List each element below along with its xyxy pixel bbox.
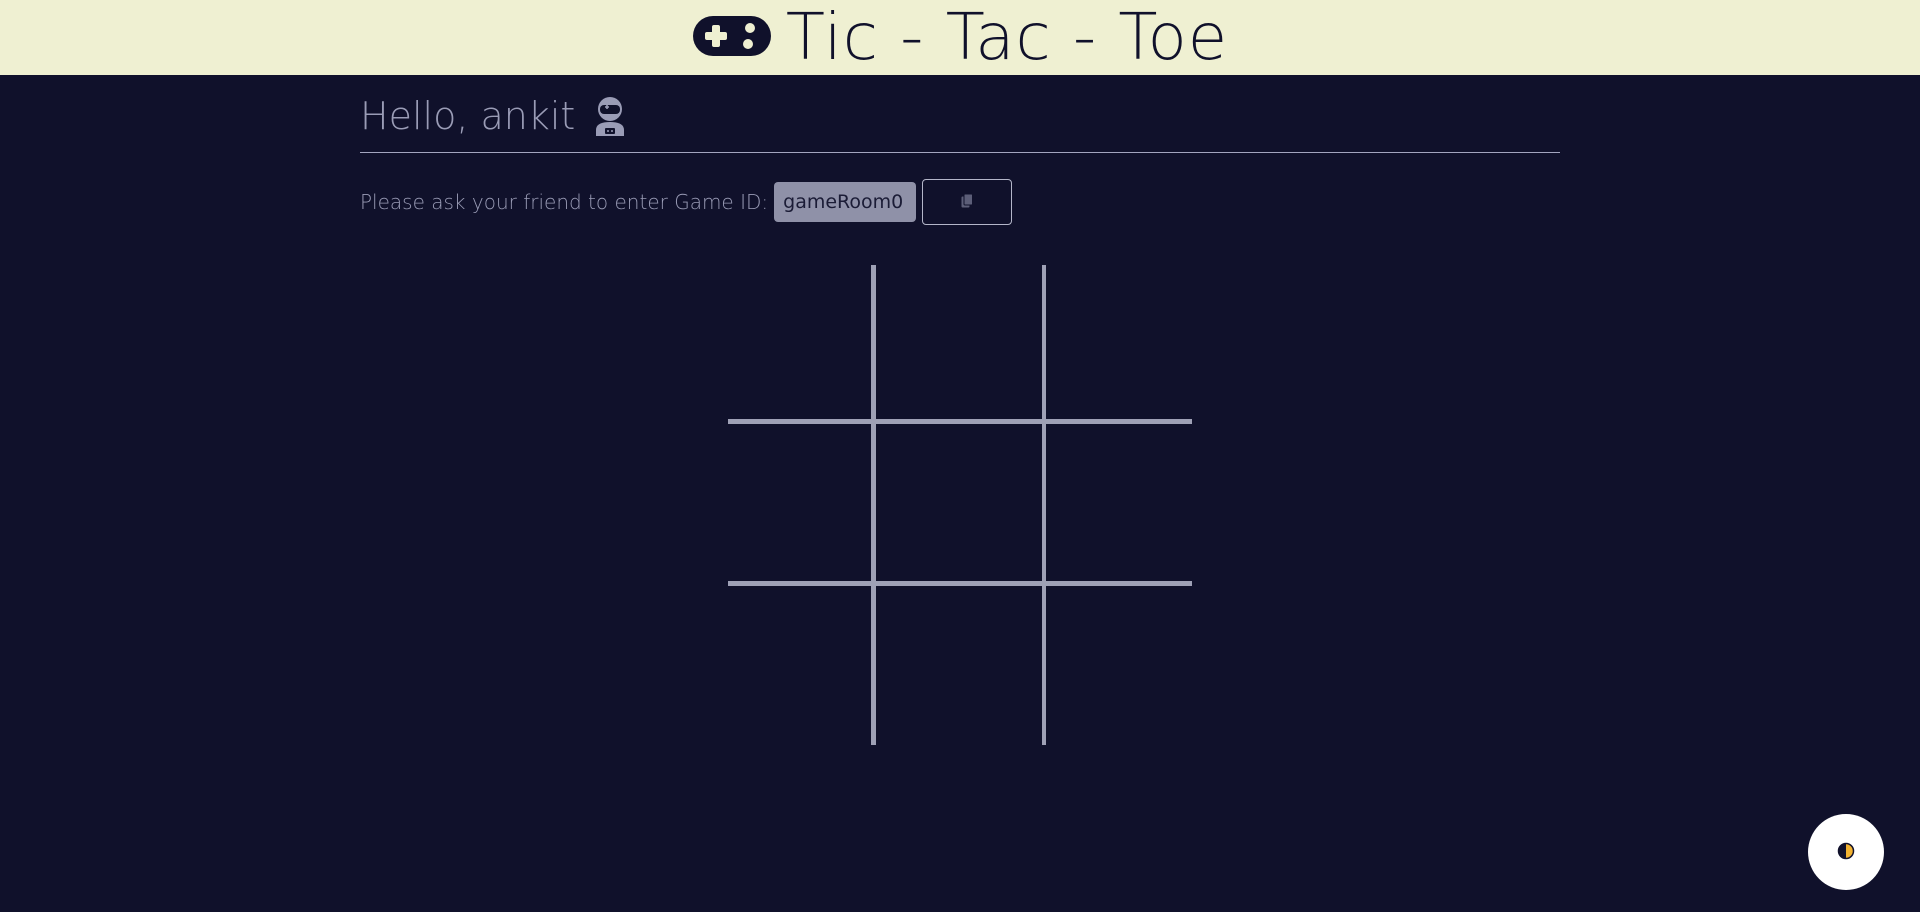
- astronaut-icon: [593, 96, 627, 136]
- copy-button[interactable]: [922, 179, 1013, 225]
- cell-mark: [728, 265, 871, 419]
- cell-mark: [1046, 424, 1192, 581]
- game-id-label: Please ask your friend to enter Game ID:: [360, 190, 769, 214]
- board-cell-7[interactable]: [728, 585, 875, 745]
- cell-mark: [876, 265, 1042, 419]
- theme-toggle-button[interactable]: [1808, 814, 1884, 890]
- cell-mark: [876, 424, 1042, 581]
- cell-mark: [728, 586, 871, 745]
- gamepad-icon: [692, 15, 772, 61]
- cell-mark: [1046, 265, 1192, 419]
- cell-mark: [876, 586, 1042, 745]
- page-title: Tic - Tac - Toe: [785, 0, 1229, 75]
- game-board: [728, 265, 1192, 745]
- board-cell-5[interactable]: [875, 423, 1045, 585]
- greeting-text: Hello, ankit: [360, 93, 576, 138]
- board-cell-3[interactable]: [1045, 265, 1192, 423]
- board-cell-9[interactable]: [1045, 585, 1192, 745]
- copy-icon: [961, 193, 974, 211]
- game-id-input[interactable]: [774, 182, 917, 222]
- board-cell-4[interactable]: [728, 423, 875, 585]
- half-moon-icon: [1837, 842, 1855, 863]
- cell-mark: [1046, 586, 1192, 745]
- board-cell-6[interactable]: [1045, 423, 1192, 585]
- board-cell-2[interactable]: [875, 265, 1045, 423]
- header-content: Tic - Tac - Toe: [692, 6, 1228, 70]
- main-content: Hello, ankit Please ask your friend to e…: [360, 75, 1560, 225]
- cell-mark: [728, 424, 871, 581]
- app-header: Tic - Tac - Toe: [0, 0, 1920, 75]
- board-cell-8[interactable]: [875, 585, 1045, 745]
- greeting-row: Hello, ankit: [360, 75, 1560, 153]
- board-cell-1[interactable]: [728, 265, 875, 423]
- game-id-row: Please ask your friend to enter Game ID:: [360, 179, 1560, 225]
